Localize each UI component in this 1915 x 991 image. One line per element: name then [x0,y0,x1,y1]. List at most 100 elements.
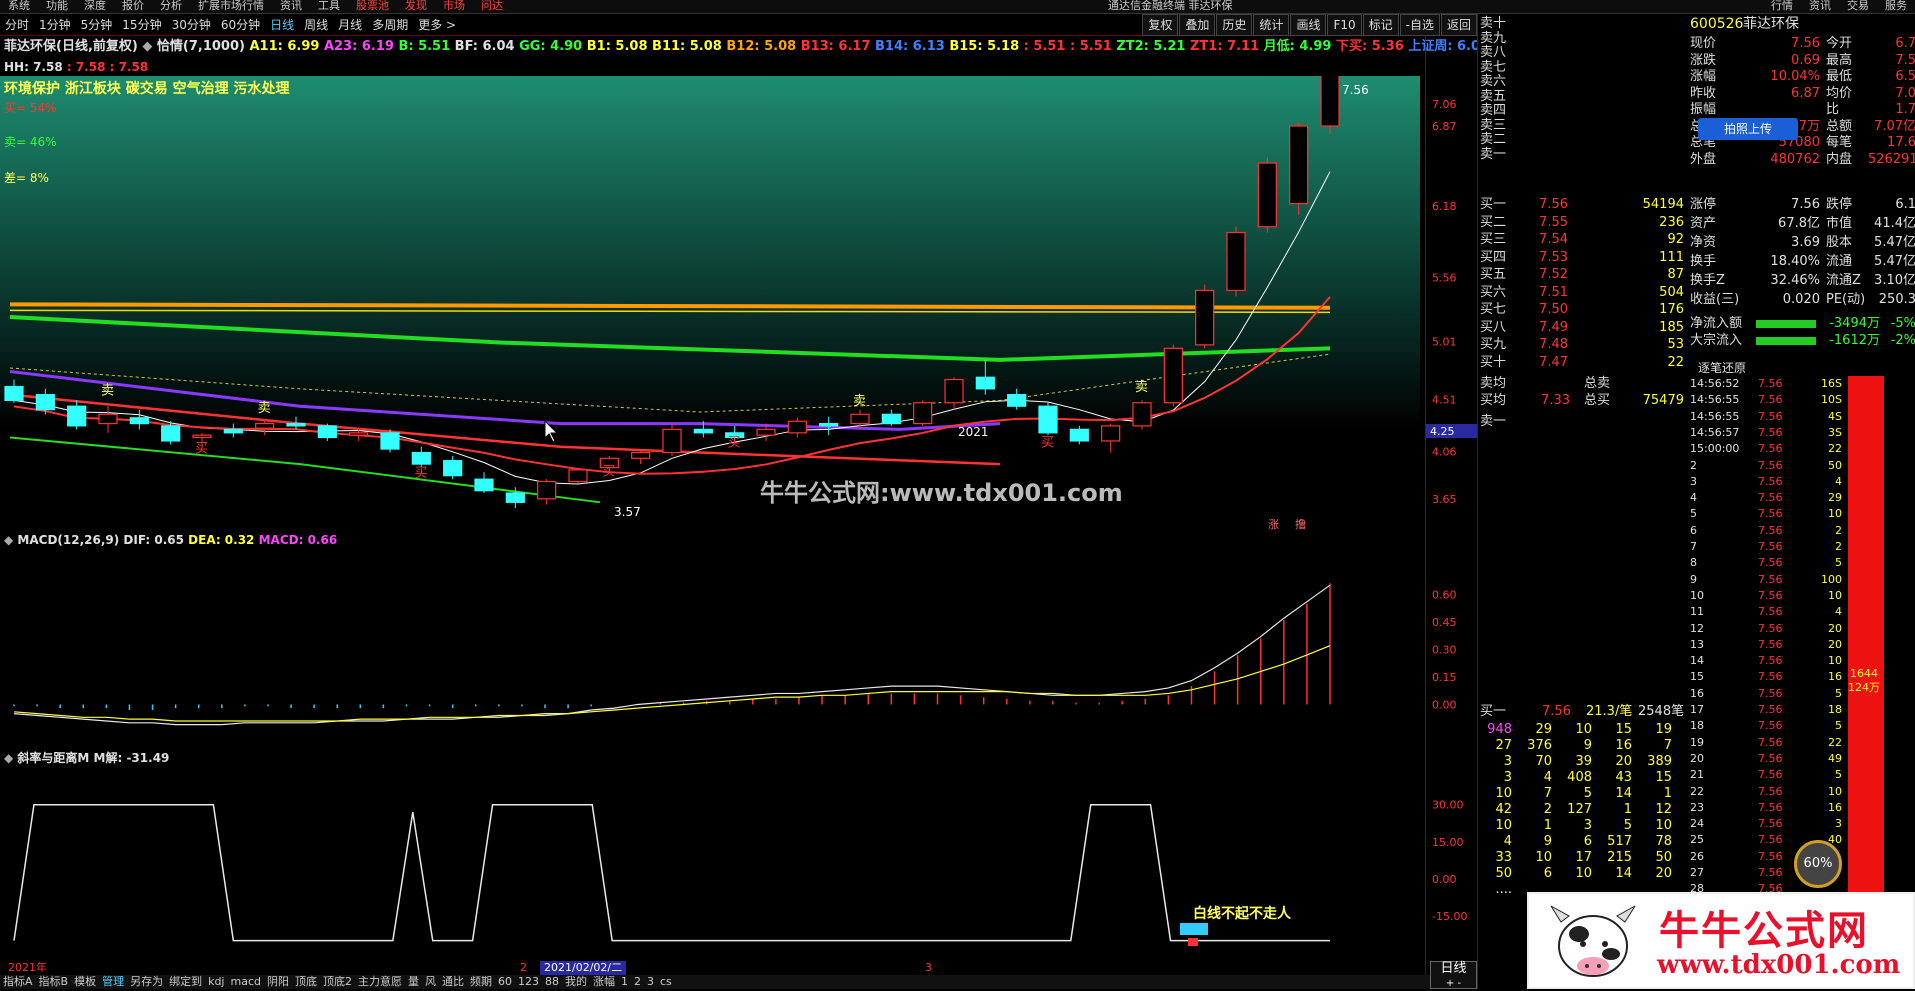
tick-time-7: 4 [1690,491,1697,505]
quote-value2-5: 7.07亿 [1874,118,1915,134]
bottom-tab-1[interactable]: 指标B [36,975,72,988]
tick-time-12: 9 [1690,572,1697,586]
queue-cell-3-0: 3 [1503,770,1512,785]
queue-cell-7-4: 78 [1655,834,1672,849]
menu-item-2[interactable]: 深度 [76,0,114,12]
bottom-tab-9[interactable]: 顶底 [292,975,320,988]
bottom-tab-11[interactable]: 主力意愿 [355,975,405,988]
bottom-tab-8[interactable]: 阴阳 [264,975,292,988]
period-tab-8[interactable]: 月线 [333,14,367,36]
tick-time-24: 21 [1690,768,1704,782]
candle-body [975,376,995,390]
quote-value2-7: 526291 [1868,151,1915,167]
period-tab-9[interactable]: 多周期 [367,14,413,36]
bottom-tab-17[interactable]: 123 [515,975,542,988]
menu-item-8[interactable]: 股票池 [348,0,397,12]
bottom-tab-14[interactable]: 通比 [439,975,467,988]
menu-right-1[interactable]: 资讯 [1801,0,1839,12]
bottom-tab-7[interactable]: macd [228,975,265,988]
tick-price-14: 7.56 [1758,605,1783,619]
toolbar-btn-2[interactable]: 历史 [1216,14,1253,36]
indicator-value-10: B15: 5.18 [949,39,1024,54]
toolbar-btn-7[interactable]: -自选 [1399,14,1440,36]
period-tab-5[interactable]: 60分钟 [216,14,265,36]
tick-price-0: 7.56 [1758,377,1783,390]
period-tab-4[interactable]: 30分钟 [167,14,216,36]
bottom-tab-4[interactable]: 另存为 [127,975,166,988]
candle-body [1320,76,1340,127]
quote-value2-6: 17.6 [1887,135,1915,150]
menu-item-4[interactable]: 分析 [152,0,190,12]
bottom-tab-12[interactable]: 量 [405,975,422,988]
menu-right-3[interactable]: 服务 [1877,0,1915,12]
toolbar-btn-6[interactable]: 标记 [1362,14,1399,36]
period-tab-0[interactable]: 分时 [0,14,34,36]
bottom-tab-6[interactable]: kdj [205,975,227,988]
queue-cell-6-2: 3 [1583,818,1592,833]
tick-time-22: 19 [1690,735,1704,749]
candle-body [129,417,149,425]
hh-label: HH: 7.58 [4,60,63,74]
upload-photo-button[interactable]: 拍照上传 [1698,118,1798,140]
macd-chart[interactable] [0,550,1425,746]
macd-tick-4: 0.00 [1432,698,1457,711]
bottom-tab-10[interactable]: 顶底2 [320,975,355,988]
bottom-tab-15[interactable]: 频期 [467,975,495,988]
period-tab-2[interactable]: 5分钟 [76,14,118,36]
toolbar-btn-1[interactable]: 叠加 [1179,14,1216,36]
sell-mark: 卖 [101,384,114,399]
queue-cell-10-0: .... [1495,882,1512,897]
tick-price-5: 7.56 [1758,458,1783,472]
menu-item-5[interactable]: 扩展市场行情 [190,0,272,12]
bottom-tab-0[interactable]: 指标A [0,975,36,988]
menu-right-0[interactable]: 行情 [1763,0,1801,12]
bottom-tab-22[interactable]: 2 [631,975,644,988]
queue-cell-0-3: 15 [1615,722,1632,737]
bottom-tab-20[interactable]: 涨幅 [590,975,618,988]
bottom-tab-24[interactable]: cs [657,975,675,988]
period-tab-3[interactable]: 15分钟 [117,14,166,36]
tick-time-30: 27 [1690,866,1704,879]
menu-item-11[interactable]: 问达 [473,0,511,12]
candle-body [98,413,118,425]
bottom-tab-23[interactable]: 3 [644,975,657,988]
bottom-tab-5[interactable]: 绑定到 [166,975,205,988]
bottom-tab-18[interactable]: 88 [542,975,562,988]
bottom-tab-16[interactable]: 60 [495,975,515,988]
tick-qty-24: 5 [1835,768,1842,782]
quote-panel: 卖十 卖九 卖八 卖七 卖六 卖五 卖四 卖三 卖二 卖一 600526 菲达环保 现价 7.56 今开 6.… [1477,14,1915,989]
menu-right-2[interactable]: 交易 [1839,0,1877,12]
fund-label-2: 净资 [1690,235,1717,250]
toolbar-btn-8[interactable]: 返回 [1440,14,1477,36]
toolbar-btn-3[interactable]: 统计 [1253,14,1290,36]
tick-qty-11: 5 [1835,556,1842,570]
menu-item-3[interactable]: 报价 [114,0,152,12]
toolbar-btn-5[interactable]: F10 [1327,14,1362,36]
menu-item-7[interactable]: 工具 [310,0,348,12]
period-tab-7[interactable]: 周线 [299,14,333,36]
bottom-tab-19[interactable]: 我的 [562,975,590,988]
menu-item-6[interactable]: 资讯 [272,0,310,12]
menu-item-1[interactable]: 功能 [38,0,76,12]
queue-cell-3-4: 15 [1655,770,1672,785]
queue-cell-5-4: 12 [1655,802,1672,817]
toolbar-btn-0[interactable]: 复权 [1142,14,1179,36]
period-tab-1[interactable]: 1分钟 [34,14,76,36]
bottom-tab-3[interactable]: 管理 [99,975,127,988]
bottom-tab-13[interactable]: 风 [422,975,439,988]
bottom-tab-2[interactable]: 模板 [71,975,99,988]
tick-qty-16: 20 [1828,637,1842,651]
watermark-text: 牛牛公式网:www.tdx001.com [760,479,1123,507]
candlestick-chart[interactable]: 卖买卖买 买买卖买卖环境保护 浙江板块 碳交易 空气治理 污水处理买= 54%卖=… [0,76,1425,530]
period-tab-6[interactable]: 日线 [265,14,299,36]
slope-chart[interactable]: 白线不起不走人 [0,768,1425,961]
tick-qty-5: 50 [1828,458,1842,472]
tick-qty-9: 2 [1835,523,1842,537]
period-switch[interactable]: 日线 + - [1430,961,1477,989]
bottom-tab-21[interactable]: 1 [618,975,631,988]
menu-item-0[interactable]: 系统 [0,0,38,12]
period-tab-10[interactable]: 更多 > [413,14,461,36]
menu-item-10[interactable]: 市场 [435,0,473,12]
menu-item-9[interactable]: 发现 [397,0,435,12]
toolbar-btn-4[interactable]: 画线 [1290,14,1327,36]
